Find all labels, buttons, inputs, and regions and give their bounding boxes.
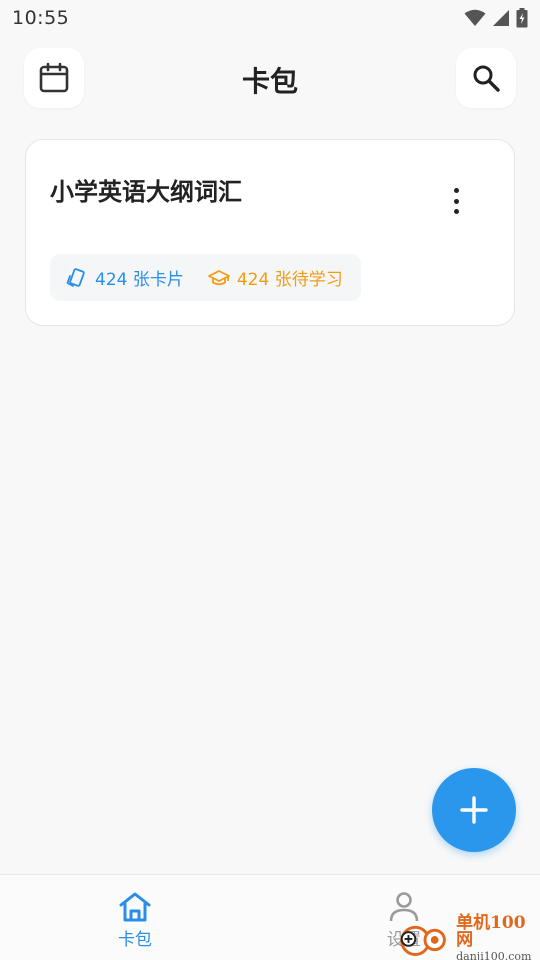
- more-vertical-icon: [453, 188, 459, 193]
- pending-study-stat: 424 张待学习: [207, 265, 343, 290]
- card-count-stat: 424 张卡片: [66, 265, 184, 290]
- status-icons: [464, 8, 528, 28]
- home-icon: [119, 892, 151, 922]
- add-deck-button[interactable]: [432, 768, 516, 852]
- nav-item-wallet[interactable]: 卡包: [95, 891, 175, 950]
- more-vertical-icon-dot: [453, 198, 459, 204]
- deck-card[interactable]: 小学英语大纲词汇 424 张卡片 424 张待学习: [25, 139, 515, 326]
- battery-icon: [516, 8, 528, 28]
- graduation-cap-icon: [207, 269, 230, 285]
- cellular-signal-icon: [493, 10, 509, 26]
- pending-study-label: 424 张待学习: [236, 270, 343, 290]
- watermark-text: 单机100网 danji100.com: [456, 912, 540, 960]
- more-vertical-icon-dot: [453, 209, 459, 214]
- deck-more-button[interactable]: [444, 188, 468, 214]
- nav-item-wallet-label: 卡包: [118, 930, 152, 950]
- app-header: 卡包: [0, 46, 540, 110]
- wifi-icon: [464, 9, 486, 26]
- watermark-logo-icon: [400, 925, 446, 956]
- search-icon: [473, 65, 500, 92]
- status-bar: 10:55: [0, 0, 540, 36]
- watermark: 单机100网 danji100.com: [392, 912, 540, 960]
- search-button[interactable]: [456, 48, 516, 108]
- deck-stats: 424 张卡片 424 张待学习: [50, 254, 361, 301]
- watermark-sub: danji100.com: [456, 949, 532, 960]
- deck-title: 小学英语大纲词汇: [50, 178, 242, 206]
- status-time: 10:55: [12, 7, 70, 29]
- cards-icon: [66, 267, 85, 287]
- watermark-main: 单机100网: [456, 912, 526, 950]
- card-count-label: 424 张卡片: [95, 270, 184, 290]
- plus-icon: [460, 796, 488, 824]
